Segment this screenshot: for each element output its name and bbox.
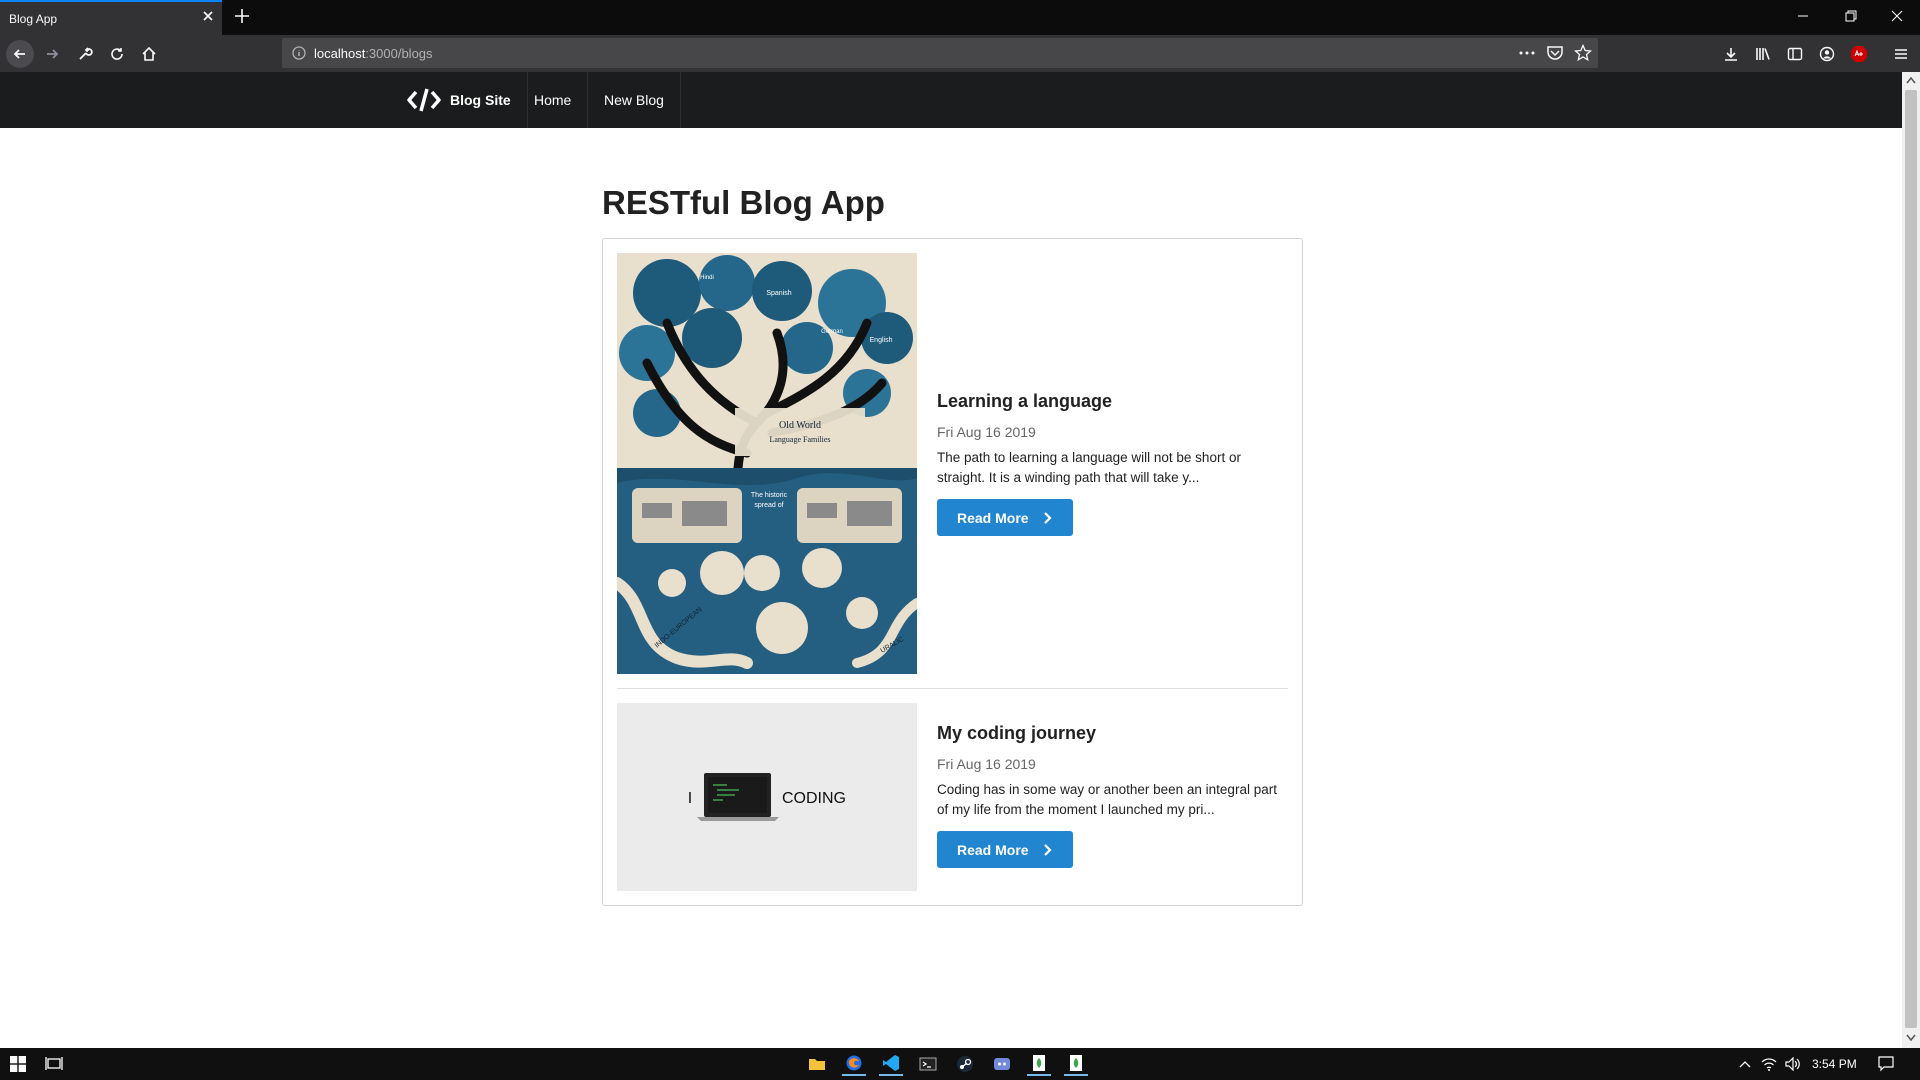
sidebar-icon: [1787, 47, 1803, 61]
browser-tab-strip: Blog App: [0, 0, 1920, 35]
volume-speaker-icon[interactable]: [1781, 1052, 1805, 1076]
back-button[interactable]: [5, 39, 35, 69]
scroll-up-arrow-icon[interactable]: [1906, 76, 1916, 84]
blog-post-content: My coding journey Fri Aug 16 2019 Coding…: [937, 723, 1277, 868]
forward-arrow-icon: [47, 49, 59, 59]
close-window-icon[interactable]: [1874, 0, 1920, 32]
terminal-taskbar-icon-2[interactable]: [1064, 1052, 1088, 1076]
home-button[interactable]: [134, 39, 164, 69]
language-tree-poster: Old World Language Families Spanish Engl…: [617, 253, 917, 674]
poster-title-line1: Old World: [779, 420, 821, 431]
library-button[interactable]: [1748, 39, 1778, 69]
reload-icon: [111, 48, 123, 60]
url-text[interactable]: localhost:3000/blogs: [314, 46, 433, 61]
poster-lang-spanish: Spanish: [766, 290, 791, 297]
blog-post-title[interactable]: My coding journey: [937, 723, 1277, 744]
blog-list-container: Old World Language Families Spanish Engl…: [602, 238, 1303, 906]
tools-button[interactable]: [70, 39, 100, 69]
site-info-icon[interactable]: [291, 45, 307, 61]
menu-button[interactable]: [1886, 39, 1916, 69]
action-center-icon[interactable]: [1874, 1052, 1898, 1076]
scrollbar-thumb[interactable]: [1905, 90, 1917, 1028]
blog-post-image[interactable]: Old World Language Families Spanish Engl…: [617, 253, 917, 674]
brand-link[interactable]: Blog Site: [390, 72, 528, 128]
restore-window-icon[interactable]: [1828, 0, 1874, 32]
blog-post-excerpt: The path to learning a language will not…: [937, 450, 1241, 485]
tab-title: Blog App: [9, 12, 58, 26]
adblock-plus-icon: [1851, 46, 1867, 62]
url-path: :3000/blogs: [365, 46, 433, 61]
page-actions-icon[interactable]: [1518, 44, 1536, 62]
nav-link-new-blog[interactable]: New Blog: [588, 72, 681, 128]
steam-taskbar-icon[interactable]: [953, 1052, 977, 1076]
tab-close-icon[interactable]: [200, 8, 216, 24]
nav-link-home[interactable]: Home: [518, 72, 589, 128]
account-icon: [1819, 46, 1835, 62]
coding-image-text-left: I: [688, 790, 692, 807]
scroll-down-arrow-icon[interactable]: [1906, 1034, 1916, 1042]
bookmark-star-icon[interactable]: [1574, 44, 1592, 62]
poster-lang-english: English: [870, 337, 893, 344]
discord-taskbar-icon[interactable]: [990, 1052, 1014, 1076]
blog-post-title[interactable]: Learning a language: [937, 391, 1277, 412]
hamburger-menu-icon: [1895, 49, 1907, 59]
read-more-label: Read More: [957, 841, 1029, 858]
item-divider: [617, 688, 1288, 689]
download-icon: [1725, 48, 1737, 61]
brand-label: Blog Site: [450, 92, 511, 108]
read-more-label: Read More: [957, 509, 1029, 526]
reload-button[interactable]: [102, 39, 132, 69]
read-more-button[interactable]: Read More: [937, 499, 1073, 536]
minimize-window-icon[interactable]: [1780, 0, 1826, 32]
browser-toolbar: localhost:3000/blogs: [0, 35, 1920, 72]
command-prompt-icon[interactable]: [916, 1052, 940, 1076]
read-more-button[interactable]: Read More: [937, 831, 1073, 868]
blog-post-item: Old World Language Families Spanish Engl…: [617, 253, 1288, 674]
windows-start-icon[interactable]: [6, 1052, 30, 1076]
browser-tab-active[interactable]: Blog App: [0, 0, 222, 35]
network-wifi-icon[interactable]: [1757, 1052, 1781, 1076]
firefox-taskbar-icon[interactable]: [842, 1052, 866, 1076]
address-bar[interactable]: localhost:3000/blogs: [282, 38, 1598, 68]
tray-chevron-up-icon[interactable]: [1733, 1052, 1757, 1076]
poster-lang-hindi: Hindi: [700, 275, 714, 281]
taskbar-clock[interactable]: 3:54 PM: [1812, 1057, 1857, 1071]
poster-map-caption-1: The historic: [751, 492, 788, 499]
os-taskbar: 3:54 PM: [0, 1048, 1920, 1080]
sidebar-button[interactable]: [1780, 39, 1810, 69]
coding-image-text-right: CODING: [782, 790, 846, 807]
chevron-right-icon: [1043, 843, 1052, 856]
code-icon: [407, 88, 441, 112]
poster-title-line2: Language Families: [769, 435, 830, 444]
blog-post-image[interactable]: I CODING: [617, 703, 917, 891]
account-button[interactable]: [1812, 39, 1842, 69]
blog-post-content: Learning a language Fri Aug 16 2019 The …: [937, 391, 1277, 536]
poster-lang-german: German: [821, 329, 843, 335]
library-icon: [1756, 48, 1770, 60]
adblock-button[interactable]: [1844, 39, 1874, 69]
downloads-button[interactable]: [1716, 39, 1746, 69]
forward-button[interactable]: [37, 39, 67, 69]
poster-map-caption-2: spread of: [754, 502, 783, 509]
new-tab-plus-icon[interactable]: [232, 6, 252, 26]
blog-post-date: Fri Aug 16 2019: [937, 756, 1036, 772]
blog-post-item: I CODING My coding journey Fri Aug 16 20…: [617, 703, 1288, 891]
task-view-icon[interactable]: [42, 1052, 66, 1076]
blog-post-date: Fri Aug 16 2019: [937, 424, 1036, 440]
page-title: RESTful Blog App: [602, 184, 885, 221]
coding-image: I CODING: [617, 703, 917, 891]
wrench-icon: [79, 47, 93, 60]
url-host: localhost: [314, 46, 366, 61]
page-scrollbar[interactable]: [1902, 72, 1920, 1048]
home-icon: [142, 46, 156, 61]
terminal-taskbar-icon-1[interactable]: [1027, 1052, 1051, 1076]
blog-post-excerpt: Coding has in some way or another been a…: [937, 782, 1277, 817]
vscode-taskbar-icon[interactable]: [879, 1052, 903, 1076]
back-arrow-icon: [6, 40, 34, 68]
chevron-right-icon: [1043, 511, 1052, 524]
site-navbar: Blog Site Home New Blog: [0, 72, 1902, 128]
file-explorer-icon[interactable]: [805, 1052, 829, 1076]
pocket-icon[interactable]: [1546, 44, 1564, 62]
